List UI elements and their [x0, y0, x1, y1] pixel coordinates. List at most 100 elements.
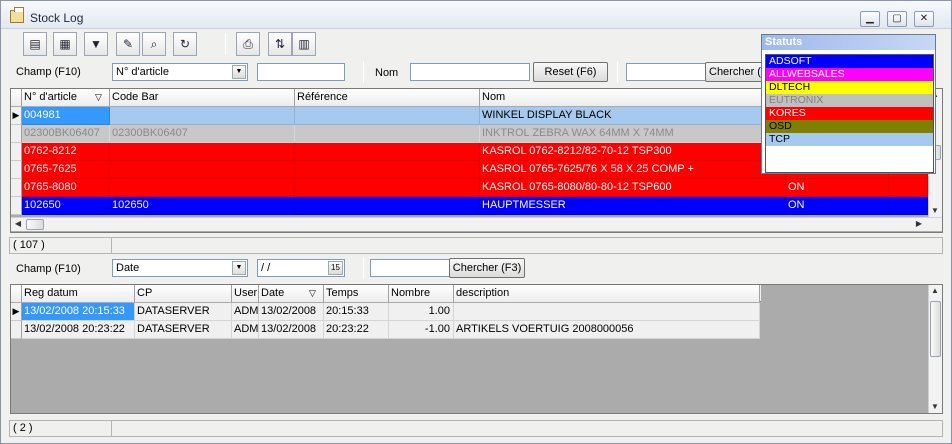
log-vertical-scrollbar[interactable]: ▲ ▼ — [928, 285, 942, 413]
table-cell[interactable] — [110, 179, 295, 197]
status-item[interactable]: EUTRONIX — [766, 94, 933, 107]
table-cell[interactable]: 102650 — [22, 197, 110, 215]
column-header[interactable]: Nombre — [389, 285, 454, 302]
column-header[interactable]: Temps — [324, 285, 389, 302]
table-cell[interactable]: 20:23:22 — [324, 321, 389, 339]
table-cell[interactable]: 0762-8212 — [22, 143, 110, 161]
table-cell[interactable] — [110, 143, 295, 161]
status-item[interactable]: OSD — [766, 120, 933, 133]
table-cell[interactable]: 004981 — [22, 107, 110, 125]
table-cell[interactable] — [110, 161, 295, 179]
print-button[interactable]: ⎙ — [236, 32, 260, 56]
row-indicator[interactable] — [11, 161, 22, 179]
table-cell[interactable]: ON — [786, 179, 889, 197]
log-search-input[interactable] — [370, 259, 450, 277]
reset-button[interactable]: Reset (F6) — [533, 62, 608, 82]
log-field-select[interactable]: Date ▼ — [112, 259, 248, 277]
nom-input[interactable] — [410, 63, 530, 81]
chevron-down-icon[interactable]: ▼ — [232, 261, 246, 275]
status-item[interactable]: DLTECH — [766, 81, 933, 94]
scroll-down-icon[interactable]: ▼ — [929, 401, 941, 413]
table-cell[interactable]: 20:15:33 — [324, 303, 389, 321]
scroll-thumb[interactable] — [26, 219, 44, 230]
table-cell[interactable]: -1.00 — [389, 321, 454, 339]
table-cell[interactable]: 0765-8080 — [22, 179, 110, 197]
column-header[interactable]: CP — [135, 285, 232, 302]
table-cell[interactable]: 13/02/2008 — [259, 303, 324, 321]
row-indicator[interactable] — [11, 179, 22, 197]
columns-button[interactable]: ▥ — [292, 32, 316, 56]
table-cell[interactable]: 13/02/2008 20:15:33 — [22, 303, 135, 321]
status-item[interactable]: TCP — [766, 133, 933, 146]
scroll-left-icon[interactable]: ◀ — [12, 218, 24, 230]
table-cell[interactable]: HAUPTMESSER — [480, 197, 786, 215]
properties-button[interactable]: ▦ — [53, 32, 77, 56]
table-cell[interactable]: KASROL 0765-7625/76 X 58 X 25 COMP + — [480, 161, 786, 179]
table-cell[interactable]: ON — [786, 197, 889, 215]
table-cell[interactable]: KASROL 0765-8080/80-80-12 TSP600 — [480, 179, 786, 197]
column-header[interactable]: User — [232, 285, 259, 302]
log-search-button[interactable]: Chercher (F3) — [449, 258, 525, 278]
table-cell[interactable] — [295, 161, 480, 179]
filter-button[interactable]: ✎ — [116, 32, 140, 56]
table-cell[interactable]: INKTROL ZEBRA WAX 64MM X 74MM — [480, 125, 786, 143]
table-cell[interactable]: WINKEL DISPLAY BLACK — [480, 107, 786, 125]
export-button[interactable]: ▼ — [84, 32, 108, 56]
articles-horizontal-scrollbar[interactable]: ◀ ▶ — [11, 217, 942, 231]
row-indicator[interactable] — [11, 143, 22, 161]
calendar-icon[interactable]: 15 — [328, 261, 343, 275]
row-indicator[interactable] — [11, 321, 22, 339]
current-row-icon[interactable]: ▶ — [11, 303, 22, 321]
table-cell[interactable] — [295, 179, 480, 197]
table-cell[interactable] — [295, 143, 480, 161]
search-button[interactable]: ⌕ — [142, 32, 166, 56]
close-button[interactable]: ✕ — [914, 11, 934, 27]
column-header[interactable]: Date ▽ — [259, 285, 324, 302]
chevron-down-icon[interactable]: ▼ — [232, 65, 246, 79]
table-cell[interactable]: DATASERVER — [135, 321, 232, 339]
minimize-button[interactable]: ▁ — [860, 11, 880, 27]
print-preview-button[interactable]: ▤ — [23, 32, 47, 56]
table-cell[interactable] — [454, 303, 760, 321]
column-header[interactable]: description — [454, 285, 760, 302]
table-cell[interactable]: 02300BK06407 — [110, 125, 295, 143]
table-row[interactable]: ▶ 13/02/2008 20:15:33 DATASERVER ADM 13/02/2… — [11, 303, 761, 321]
table-cell[interactable] — [295, 197, 480, 215]
table-cell[interactable] — [110, 107, 295, 125]
table-cell[interactable]: DATASERVER — [135, 303, 232, 321]
value-input[interactable] — [257, 63, 345, 81]
status-item[interactable]: ADSOFT — [766, 55, 933, 68]
title-bar[interactable]: Stock Log ▁ ▢ ✕ — [1, 1, 951, 29]
table-cell[interactable]: KASROL 0762-8212/82-70-12 TSP300 — [480, 143, 786, 161]
scroll-thumb[interactable] — [930, 301, 941, 357]
row-indicator[interactable] — [11, 125, 22, 143]
column-header[interactable]: Reg datum — [22, 285, 135, 302]
scroll-up-icon[interactable]: ▲ — [929, 285, 941, 297]
table-cell[interactable]: 13/02/2008 20:23:22 — [22, 321, 135, 339]
table-cell[interactable] — [889, 179, 928, 197]
date-input[interactable]: / / 15 — [257, 259, 345, 277]
table-cell[interactable]: 0765-7625 — [22, 161, 110, 179]
table-row[interactable]: 13/02/2008 20:23:22 DATASERVER ADM 13/02/20… — [11, 321, 761, 339]
sort-az-button[interactable]: ⇅ — [268, 32, 292, 56]
current-row-icon[interactable]: ▶ — [11, 107, 22, 125]
column-header[interactable]: Nom — [480, 89, 786, 106]
column-header[interactable]: Code Bar — [110, 89, 295, 106]
table-cell[interactable]: 102650 — [110, 197, 295, 215]
status-item[interactable]: KORES — [766, 107, 933, 120]
status-item[interactable]: ALLWEBSALES — [766, 68, 933, 81]
field-select[interactable]: N° d'article ▼ — [112, 63, 248, 81]
scroll-down-icon[interactable]: ▼ — [929, 205, 941, 217]
table-cell[interactable]: ARTIKELS VOERTUIG 2008000056 — [454, 321, 760, 339]
table-row[interactable]: 102650 102650 HAUPTMESSER ON — [11, 197, 928, 215]
table-cell[interactable] — [889, 197, 928, 215]
table-row[interactable]: 0765-8080 KASROL 0765-8080/80-80-12 TSP60… — [11, 179, 928, 197]
column-header[interactable]: Référence — [295, 89, 480, 106]
table-cell[interactable]: ADM — [232, 321, 259, 339]
table-cell[interactable]: ADM — [232, 303, 259, 321]
column-header[interactable]: N° d'article ▽ — [22, 89, 110, 106]
refresh-button[interactable]: ↻ — [173, 32, 197, 56]
table-cell[interactable] — [295, 125, 480, 143]
scroll-right-icon[interactable]: ▶ — [913, 218, 925, 230]
search-input[interactable] — [626, 63, 706, 81]
